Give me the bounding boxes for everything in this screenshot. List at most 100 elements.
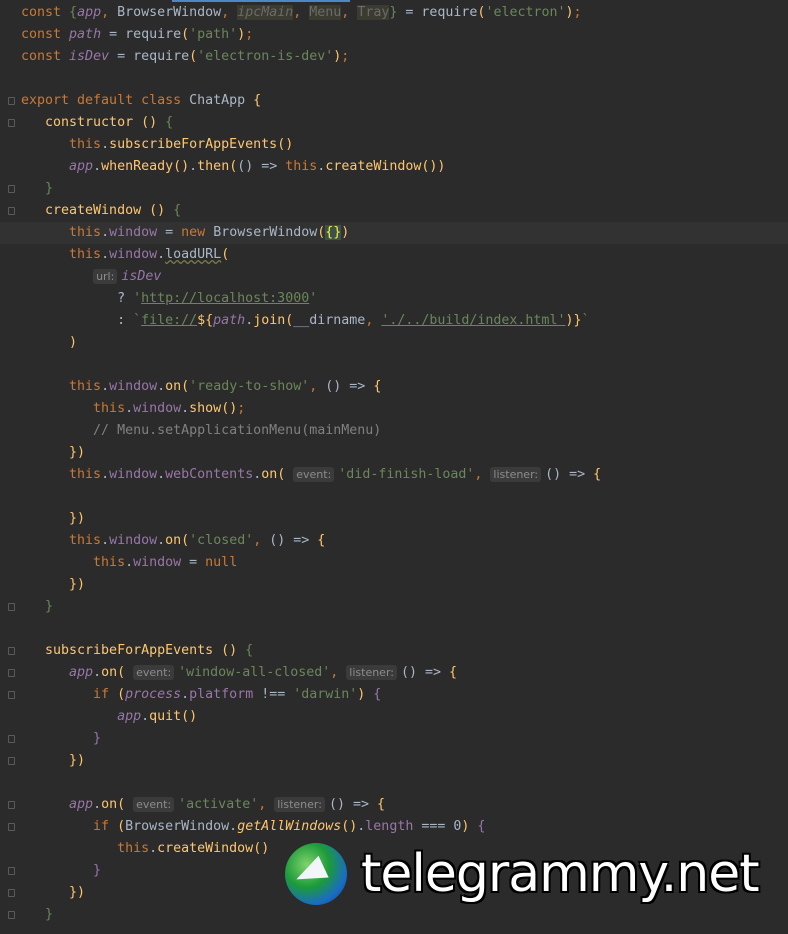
code-token: isDev — [121, 269, 162, 284]
editor-gutter — [0, 0, 20, 934]
code-line[interactable]: app.quit() — [21, 706, 788, 728]
code-line[interactable]: this.window.loadURL( — [21, 244, 788, 266]
code-line[interactable]: } — [8, 178, 788, 200]
code-line[interactable]: // Menu.setApplicationMenu(mainMenu) — [21, 420, 788, 442]
code-token: constructor — [21, 115, 142, 130]
code-line[interactable]: }) — [21, 574, 788, 596]
code-token: process — [125, 687, 182, 702]
code-token: () — [277, 137, 294, 152]
code-token: . — [229, 819, 238, 834]
code-line[interactable] — [21, 354, 788, 376]
code-line[interactable] — [21, 772, 788, 794]
code-token: } — [21, 599, 54, 614]
parameter-hint: event: — [293, 467, 335, 482]
fold-marker-icon[interactable] — [8, 669, 15, 677]
code-token: whenReady — [101, 159, 174, 174]
code-token: isDev — [69, 49, 110, 64]
fold-marker-icon[interactable] — [8, 757, 15, 765]
code-token: ) — [341, 225, 350, 240]
code-token: . — [93, 797, 102, 812]
fold-marker-icon[interactable] — [8, 647, 15, 655]
code-line[interactable]: : `file://${path.join(__dirname, './../b… — [21, 310, 788, 332]
code-token: ( — [181, 27, 190, 42]
code-token: . — [93, 159, 102, 174]
code-token: window — [109, 379, 158, 394]
fold-marker-icon[interactable] — [8, 603, 15, 611]
code-token: ; — [341, 49, 350, 64]
code-token: ipcMain — [237, 5, 294, 20]
code-line[interactable]: subscribeForAppEvents () { — [8, 640, 788, 662]
code-token: app — [21, 665, 94, 680]
code-token: 'window-all-closed' — [178, 665, 331, 680]
code-line[interactable]: ? 'http://localhost:3000' — [21, 288, 788, 310]
fold-marker-icon[interactable] — [8, 691, 15, 699]
code-token: 'darwin' — [293, 687, 358, 702]
code-token: subscribeForAppEvents — [109, 137, 278, 152]
code-token: } — [21, 181, 54, 196]
code-line[interactable]: this.window = new BrowserWindow({}) — [0, 222, 788, 244]
code-line[interactable]: if (process.platform !== 'darwin') { — [8, 684, 788, 706]
code-token: . — [189, 159, 198, 174]
fold-marker-icon[interactable] — [8, 119, 15, 127]
code-line[interactable]: }) — [8, 750, 788, 772]
code-token: = — [181, 555, 206, 570]
parameter-hint: event: — [133, 665, 175, 680]
code-editor[interactable]: const {app, BrowserWindow, ipcMain, Menu… — [0, 2, 788, 926]
code-line[interactable]: app.on( event:'window-all-closed', liste… — [8, 662, 788, 684]
fold-marker-icon[interactable] — [8, 735, 15, 743]
code-token: = require — [101, 27, 182, 42]
code-token: export default class — [21, 93, 190, 108]
code-line[interactable]: const {app, BrowserWindow, ipcMain, Menu… — [21, 2, 788, 24]
code-token: () => — [269, 533, 318, 548]
code-token: ( — [189, 49, 198, 64]
fold-marker-icon[interactable] — [8, 889, 15, 897]
fold-marker-icon[interactable] — [8, 97, 15, 105]
code-line[interactable] — [21, 68, 788, 90]
code-token: this — [21, 533, 102, 548]
code-line[interactable]: export default class ChatApp { — [8, 90, 788, 112]
code-line[interactable]: this.window.on('closed', () => { — [21, 530, 788, 552]
code-line[interactable]: ) — [21, 332, 788, 354]
code-line[interactable]: if (BrowserWindow.getAllWindows().length… — [8, 816, 788, 838]
code-token: http://localhost:3000 — [141, 291, 310, 306]
code-token: . — [245, 313, 254, 328]
code-line[interactable] — [21, 618, 788, 640]
fold-marker-icon[interactable] — [8, 823, 15, 831]
code-token: . — [141, 709, 150, 724]
code-token: . — [101, 137, 110, 152]
code-line[interactable]: }) — [21, 442, 788, 464]
code-line[interactable]: createWindow () { — [8, 200, 788, 222]
code-token: null — [205, 555, 238, 570]
code-token: ; — [573, 5, 582, 20]
code-line[interactable]: constructor () { — [8, 112, 788, 134]
fold-marker-icon[interactable] — [8, 801, 15, 809]
code-line[interactable]: url: isDev — [21, 266, 788, 288]
code-token: () => — [237, 159, 286, 174]
watermark: telegrammy.net — [285, 843, 760, 905]
code-line[interactable]: this.window.on('ready-to-show', () => { — [21, 376, 788, 398]
code-token: this — [21, 467, 102, 482]
code-line[interactable]: this.window.webContents.on( event:'did-f… — [21, 464, 788, 486]
fold-marker-icon[interactable] — [8, 207, 15, 215]
code-line[interactable]: } — [8, 728, 788, 750]
code-line[interactable]: const path = require('path'); — [21, 24, 788, 46]
code-token: new — [181, 225, 214, 240]
code-line[interactable]: app.on( event:'activate', listener:() =>… — [8, 794, 788, 816]
code-token: ( — [181, 379, 190, 394]
fold-marker-icon[interactable] — [8, 911, 15, 919]
code-token: app — [21, 797, 94, 812]
code-token: }) — [21, 577, 86, 592]
code-line[interactable]: const isDev = require('electron-is-dev')… — [21, 46, 788, 68]
code-token: 'activate' — [178, 797, 259, 812]
code-line[interactable]: } — [8, 596, 788, 618]
code-line[interactable]: this.window = null — [21, 552, 788, 574]
code-token: }) — [21, 753, 86, 768]
code-line[interactable]: this.window.show(); — [21, 398, 788, 420]
code-line[interactable]: } — [8, 904, 788, 926]
fold-marker-icon[interactable] — [8, 867, 15, 875]
code-line[interactable] — [21, 486, 788, 508]
code-line[interactable]: }) — [21, 508, 788, 530]
code-line[interactable]: this.subscribeForAppEvents() — [21, 134, 788, 156]
fold-marker-icon[interactable] — [8, 185, 15, 193]
code-line[interactable]: app.whenReady().then(() => this.createWi… — [21, 156, 788, 178]
